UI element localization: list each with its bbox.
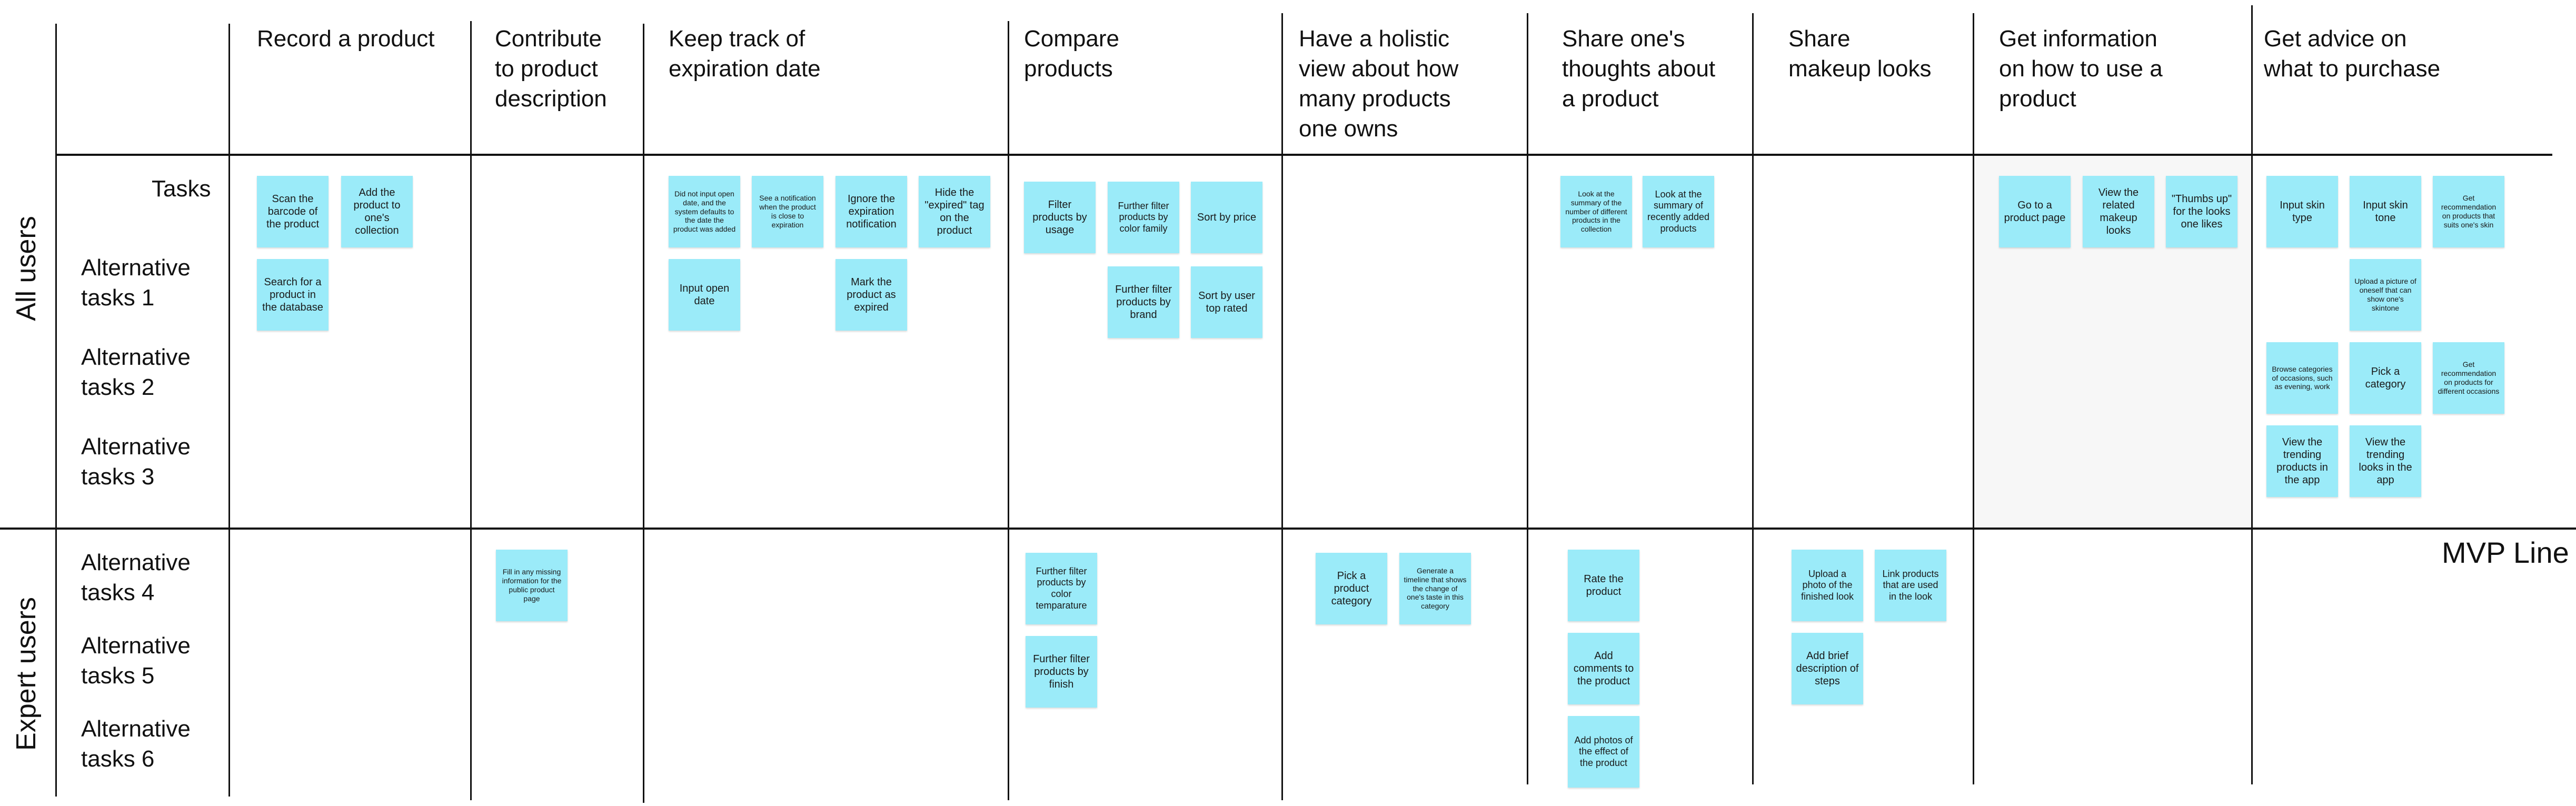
sticky-note[interactable]: Go to a product page bbox=[1999, 176, 2071, 247]
header-divider-line bbox=[57, 154, 2552, 156]
mvp-line-label: MVP Line bbox=[2442, 536, 2569, 569]
sticky-note[interactable]: Mark the product as expired bbox=[836, 259, 907, 331]
column-divider bbox=[2251, 5, 2253, 784]
sticky-note[interactable]: Fill in any missing information for the … bbox=[496, 550, 568, 621]
sticky-note[interactable]: "Thumbs up" for the looks one likes bbox=[2166, 176, 2237, 247]
sticky-note[interactable]: Add comments to the product bbox=[1568, 633, 1639, 704]
column-divider bbox=[55, 24, 57, 797]
sticky-note[interactable]: Hide the "expired" tag on the product bbox=[919, 176, 990, 247]
row-label-alternative-6: Alternative tasks 6 bbox=[81, 716, 191, 772]
row-label-alternative-2: Alternative tasks 2 bbox=[81, 344, 191, 400]
sticky-note[interactable]: Generate a timeline that shows the chang… bbox=[1399, 553, 1471, 624]
column-divider bbox=[1527, 13, 1528, 784]
column-title-product-usage-info: Get information on how to use a product bbox=[1999, 26, 2163, 112]
sticky-note[interactable]: Add brief description of steps bbox=[1792, 633, 1863, 704]
column-title-expiration-date: Keep track of expiration date bbox=[669, 26, 821, 82]
sticky-note[interactable]: Sort by price bbox=[1191, 182, 1262, 253]
sticky-note[interactable]: Search for a product in the database bbox=[257, 259, 329, 331]
column-title-compare-products: Compare products bbox=[1024, 26, 1119, 82]
sticky-note[interactable]: Further filter products by color tempara… bbox=[1026, 553, 1097, 624]
mvp-line bbox=[0, 528, 2576, 530]
group-label-all-users: All users bbox=[11, 216, 42, 321]
column-title-record-product: Record a product bbox=[257, 26, 435, 52]
sticky-note[interactable]: Did not input open date, and the system … bbox=[669, 176, 740, 247]
sticky-note[interactable]: Look at the summary of recently added pr… bbox=[1643, 176, 1714, 247]
row-label-alternative-4: Alternative tasks 4 bbox=[81, 550, 191, 605]
sticky-note[interactable]: Browse categories of occasions, such as … bbox=[2266, 342, 2338, 414]
row-label-alternative-1: Alternative tasks 1 bbox=[81, 255, 191, 311]
column-divider bbox=[470, 21, 472, 800]
sticky-note[interactable]: Input skin tone bbox=[2350, 176, 2421, 247]
sticky-note[interactable]: Look at the summary of the number of dif… bbox=[1560, 176, 1632, 247]
sticky-note[interactable]: View the trending products in the app bbox=[2266, 425, 2338, 497]
column-title-contribute-description: Contribute to product description bbox=[495, 26, 607, 112]
sticky-note[interactable]: Ignore the expiration notification bbox=[836, 176, 907, 247]
column-title-purchase-advice: Get advice on what to purchase bbox=[2264, 26, 2441, 82]
sticky-note[interactable]: Rate the product bbox=[1568, 550, 1639, 621]
sticky-note[interactable]: Link products that are used in the look bbox=[1875, 550, 1946, 621]
column-divider bbox=[228, 24, 230, 797]
row-label-alternative-3: Alternative tasks 3 bbox=[81, 434, 191, 490]
column-title-share-looks: Share makeup looks bbox=[1788, 26, 1932, 82]
sticky-note[interactable]: Input skin type bbox=[2266, 176, 2338, 247]
column-divider bbox=[643, 24, 644, 803]
sticky-note[interactable]: Get recommendation on products that suit… bbox=[2433, 176, 2504, 247]
row-label-alternative-5: Alternative tasks 5 bbox=[81, 633, 191, 689]
sticky-note[interactable]: Further filter products by finish bbox=[1026, 636, 1097, 708]
column-title-share-thoughts: Share one's thoughts about a product bbox=[1562, 26, 1716, 112]
sticky-note[interactable]: Get recommendation on products for diffe… bbox=[2433, 342, 2504, 414]
sticky-note[interactable]: Add the product to one's collection bbox=[341, 176, 413, 247]
sticky-note[interactable]: View the trending looks in the app bbox=[2350, 425, 2421, 497]
column-divider bbox=[1973, 13, 1974, 784]
column-title-holistic-view: Have a holistic view about how many prod… bbox=[1299, 26, 1459, 142]
sticky-note[interactable]: Input open date bbox=[669, 259, 740, 331]
tasks-row-label: Tasks bbox=[152, 176, 211, 202]
sticky-note[interactable]: Further filter products by brand bbox=[1108, 266, 1179, 338]
column-divider bbox=[1752, 13, 1754, 784]
sticky-note[interactable]: See a notification when the product is c… bbox=[752, 176, 823, 247]
sticky-note[interactable]: Pick a product category bbox=[1316, 553, 1387, 624]
sticky-note[interactable]: Add photos of the effect of the product bbox=[1568, 716, 1639, 788]
column-divider bbox=[1281, 13, 1283, 800]
sticky-note[interactable]: Sort by user top rated bbox=[1191, 266, 1262, 338]
group-label-expert-users: Expert users bbox=[11, 597, 42, 751]
sticky-note[interactable]: Upload a photo of the finished look bbox=[1792, 550, 1863, 621]
sticky-note[interactable]: Further filter products by color family bbox=[1108, 182, 1179, 253]
sticky-note[interactable]: Upload a picture of oneself that can sho… bbox=[2350, 259, 2421, 331]
story-map-board: Record a product Contribute to product d… bbox=[0, 0, 2576, 806]
column-divider bbox=[1008, 21, 1009, 800]
sticky-note[interactable]: Scan the barcode of the product bbox=[257, 176, 329, 247]
sticky-note[interactable]: Filter products by usage bbox=[1024, 182, 1096, 253]
sticky-note[interactable]: View the related makeup looks bbox=[2083, 176, 2154, 247]
sticky-note[interactable]: Pick a category bbox=[2350, 342, 2421, 414]
